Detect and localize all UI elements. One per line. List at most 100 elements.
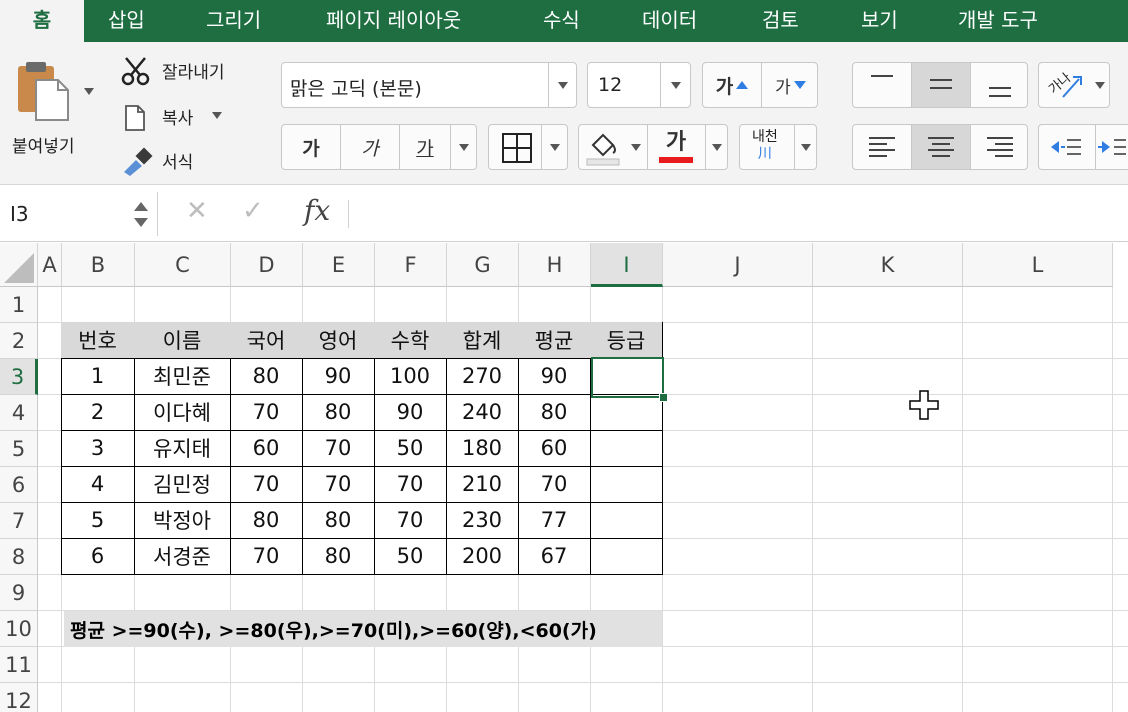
table-cell[interactable]: 70 bbox=[374, 466, 447, 503]
table-cell[interactable] bbox=[590, 502, 663, 539]
tab-developer[interactable]: 개발 도구 bbox=[958, 0, 1038, 42]
table-cell[interactable]: 70 bbox=[230, 538, 303, 575]
column-header-A[interactable]: A bbox=[38, 243, 62, 287]
table-cell[interactable]: 180 bbox=[446, 430, 519, 467]
orientation-button[interactable]: 가나 bbox=[1038, 62, 1110, 108]
table-cell[interactable]: 100 bbox=[374, 358, 447, 395]
table-cell[interactable]: 김민정 bbox=[134, 466, 231, 503]
table-header-cell[interactable]: 이름 bbox=[134, 322, 231, 359]
table-cell[interactable]: 270 bbox=[446, 358, 519, 395]
column-header-J[interactable]: J bbox=[663, 243, 813, 287]
table-cell[interactable]: 70 bbox=[230, 394, 303, 431]
align-bottom-button[interactable] bbox=[971, 63, 1029, 107]
table-cell[interactable]: 70 bbox=[518, 466, 591, 503]
table-cell[interactable] bbox=[590, 394, 663, 431]
table-cell[interactable]: 50 bbox=[374, 538, 447, 575]
copy-dropdown-icon[interactable] bbox=[212, 112, 222, 119]
tab-page-layout[interactable]: 페이지 레이아웃 bbox=[326, 0, 461, 42]
fill-bucket-icon[interactable] bbox=[585, 129, 621, 167]
insert-function-button[interactable]: fx bbox=[304, 194, 330, 227]
fill-dropdown-icon[interactable] bbox=[631, 144, 641, 151]
paste-button[interactable] bbox=[12, 58, 76, 122]
table-cell[interactable]: 70 bbox=[302, 466, 375, 503]
table-cell[interactable]: 이다혜 bbox=[134, 394, 231, 431]
table-cell[interactable]: 5 bbox=[61, 502, 135, 539]
decrease-indent-button[interactable] bbox=[1039, 125, 1095, 169]
row-header-5[interactable]: 5 bbox=[0, 431, 38, 467]
fill-handle[interactable] bbox=[659, 393, 668, 402]
table-cell[interactable]: 80 bbox=[302, 502, 375, 539]
formula-input[interactable] bbox=[360, 192, 1120, 236]
table-cell[interactable]: 50 bbox=[374, 430, 447, 467]
row-header-6[interactable]: 6 bbox=[0, 467, 38, 503]
row-header-3[interactable]: 3 bbox=[0, 359, 38, 395]
increase-font-button[interactable]: 가 bbox=[703, 63, 761, 107]
table-cell[interactable]: 210 bbox=[446, 466, 519, 503]
table-cell[interactable]: 서경준 bbox=[134, 538, 231, 575]
table-cell[interactable]: 77 bbox=[518, 502, 591, 539]
table-header-cell[interactable]: 등급 bbox=[590, 322, 663, 359]
table-header-cell[interactable]: 수학 bbox=[374, 322, 447, 359]
font-color-button[interactable]: 가 bbox=[648, 125, 704, 169]
table-cell[interactable]: 80 bbox=[230, 358, 303, 395]
align-left-button[interactable] bbox=[853, 125, 911, 169]
table-cell[interactable]: 6 bbox=[61, 538, 135, 575]
table-cell[interactable]: 80 bbox=[302, 394, 375, 431]
column-header-I[interactable]: I bbox=[591, 243, 663, 287]
underline-button[interactable]: 가 bbox=[400, 125, 450, 169]
table-cell[interactable]: 240 bbox=[446, 394, 519, 431]
table-cell[interactable]: 90 bbox=[374, 394, 447, 431]
table-cell[interactable]: 70 bbox=[374, 502, 447, 539]
table-cell[interactable]: 70 bbox=[230, 466, 303, 503]
underline-dropdown-icon[interactable] bbox=[459, 144, 469, 151]
row-header-7[interactable]: 7 bbox=[0, 503, 38, 539]
name-box[interactable]: I3 bbox=[0, 192, 158, 236]
tab-view[interactable]: 보기 bbox=[861, 0, 898, 42]
table-cell[interactable]: 60 bbox=[230, 430, 303, 467]
phonetic-button[interactable]: 내천 川 bbox=[739, 124, 817, 170]
cancel-icon[interactable]: ✕ bbox=[186, 196, 208, 226]
row-header-2[interactable]: 2 bbox=[0, 323, 38, 359]
table-cell[interactable]: 80 bbox=[302, 538, 375, 575]
row-header-11[interactable]: 11 bbox=[0, 647, 38, 683]
table-cell[interactable]: 230 bbox=[446, 502, 519, 539]
align-right-button[interactable] bbox=[971, 125, 1029, 169]
table-header-cell[interactable]: 국어 bbox=[230, 322, 303, 359]
borders-button[interactable] bbox=[488, 124, 568, 170]
table-cell[interactable]: 80 bbox=[230, 502, 303, 539]
row-header-9[interactable]: 9 bbox=[0, 575, 38, 611]
align-top-button[interactable] bbox=[853, 63, 911, 107]
table-cell[interactable]: 1 bbox=[61, 358, 135, 395]
table-cell[interactable] bbox=[590, 538, 663, 575]
italic-button[interactable]: 가 bbox=[341, 125, 399, 169]
table-cell[interactable] bbox=[590, 466, 663, 503]
align-middle-button[interactable] bbox=[912, 63, 970, 107]
cut-label[interactable]: 잘라내기 bbox=[162, 58, 225, 83]
column-header-D[interactable]: D bbox=[231, 243, 303, 287]
column-header-K[interactable]: K bbox=[813, 243, 963, 287]
table-header-cell[interactable]: 합계 bbox=[446, 322, 519, 359]
column-header-L[interactable]: L bbox=[963, 243, 1113, 287]
table-cell[interactable]: 4 bbox=[61, 466, 135, 503]
tab-data[interactable]: 데이터 bbox=[642, 0, 697, 42]
tab-insert[interactable]: 삽입 bbox=[108, 0, 145, 42]
paste-dropdown-icon[interactable] bbox=[84, 88, 94, 95]
active-cell-I3[interactable] bbox=[591, 357, 664, 398]
format-painter-label[interactable]: 서식 bbox=[162, 148, 193, 173]
table-cell[interactable]: 80 bbox=[518, 394, 591, 431]
table-cell[interactable]: 최민준 bbox=[134, 358, 231, 395]
table-header-cell[interactable]: 영어 bbox=[302, 322, 375, 359]
table-cell[interactable]: 90 bbox=[518, 358, 591, 395]
table-cell[interactable]: 2 bbox=[61, 394, 135, 431]
copy-label[interactable]: 복사 bbox=[162, 104, 193, 129]
tab-home[interactable]: 홈 bbox=[0, 0, 84, 42]
font-name-dropdown[interactable]: 맑은 고딕 (본문) bbox=[281, 62, 577, 108]
column-header-B[interactable]: B bbox=[62, 243, 135, 287]
select-all-corner[interactable] bbox=[0, 243, 38, 287]
tab-review[interactable]: 검토 bbox=[762, 0, 799, 42]
enter-icon[interactable]: ✓ bbox=[242, 196, 264, 226]
table-cell[interactable]: 60 bbox=[518, 430, 591, 467]
decrease-font-button[interactable]: 가 bbox=[762, 63, 819, 107]
table-cell[interactable] bbox=[590, 430, 663, 467]
tab-formulas[interactable]: 수식 bbox=[543, 0, 580, 42]
